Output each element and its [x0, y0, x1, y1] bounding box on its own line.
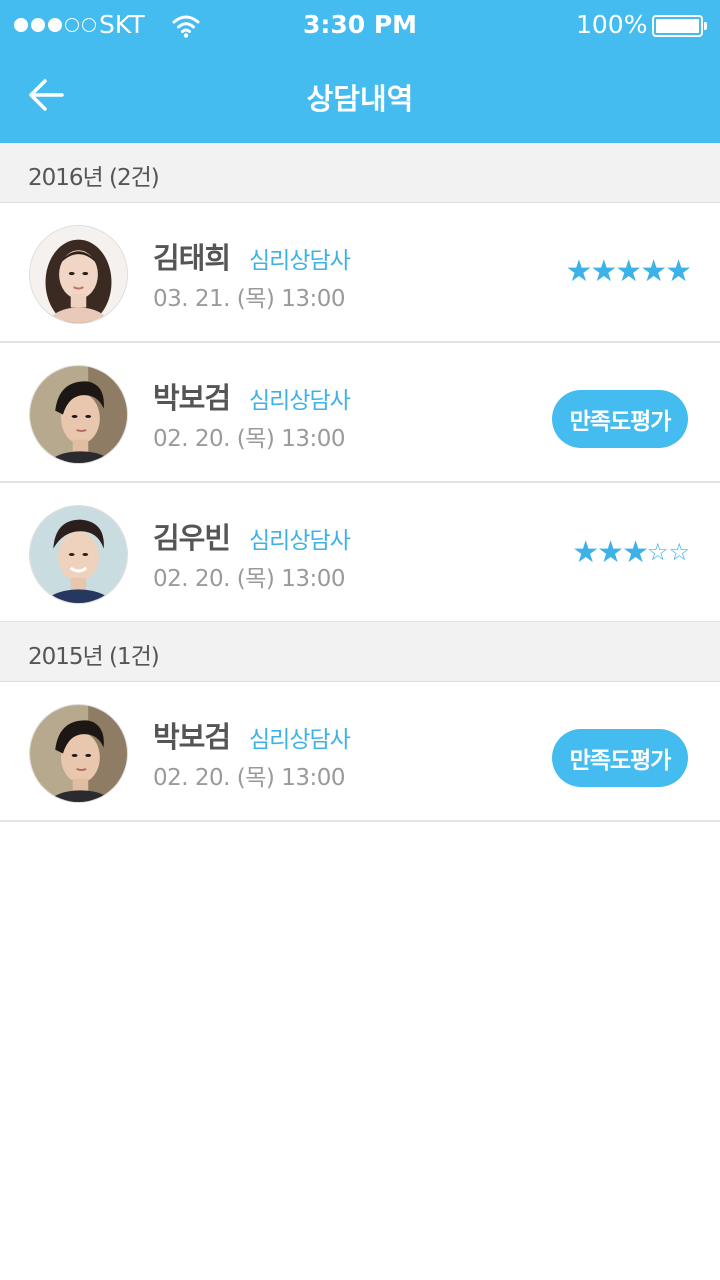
- status-bar: SKT 3:30 PM 100%: [0, 0, 720, 52]
- rate-satisfaction-button[interactable]: 만족도평가: [552, 729, 688, 787]
- star-filled-icon: ★: [640, 254, 667, 289]
- star-empty-icon: ☆: [668, 538, 690, 566]
- section-header-2015: 2015년 (1건): [0, 622, 720, 682]
- rating-stars: ★★★★★: [565, 254, 692, 289]
- list-item[interactable]: 김우빈 심리상담사 02. 20. (목) 13:00 ★★★☆☆: [0, 483, 720, 623]
- counselor-name: 김우빈: [153, 521, 231, 555]
- star-filled-icon: ★: [622, 535, 649, 570]
- star-empty-icon: ☆: [646, 538, 669, 566]
- counselor-role: 심리상담사: [249, 248, 351, 274]
- rating-stars: ★★★☆☆: [572, 535, 690, 570]
- star-filled-icon: ★: [615, 254, 642, 289]
- star-filled-icon: ★: [597, 535, 624, 570]
- counselor-role: 심리상담사: [249, 727, 351, 753]
- star-filled-icon: ★: [665, 254, 692, 289]
- counselor-name: 박보검: [153, 720, 231, 754]
- page-title: 상담내역: [306, 82, 414, 116]
- session-datetime: 02. 20. (목) 13:00: [153, 426, 345, 452]
- avatar: [29, 704, 128, 803]
- list-item[interactable]: 박보검 심리상담사 02. 20. (목) 13:00 만족도평가: [0, 682, 720, 822]
- battery-percent: 100%: [576, 10, 648, 39]
- avatar: [29, 505, 128, 604]
- section-header-2016: 2016년 (2건): [0, 143, 720, 203]
- section-label: 2016년 (2건): [28, 165, 160, 191]
- avatar: [29, 365, 128, 464]
- list-item[interactable]: 김태희 심리상담사 03. 21. (목) 13:00 ★★★★★: [0, 203, 720, 343]
- app-header: SKT 3:30 PM 100% 상담내역: [0, 0, 720, 143]
- star-filled-icon: ★: [565, 254, 592, 289]
- counselor-role: 심리상담사: [249, 388, 351, 414]
- session-datetime: 03. 21. (목) 13:00: [153, 286, 345, 312]
- star-filled-icon: ★: [590, 254, 617, 289]
- rate-satisfaction-button[interactable]: 만족도평가: [552, 390, 688, 448]
- counselor-role: 심리상담사: [249, 528, 351, 554]
- battery-icon: [652, 15, 707, 37]
- session-datetime: 02. 20. (목) 13:00: [153, 765, 345, 791]
- avatar: [29, 225, 128, 324]
- counselor-name: 김태희: [153, 241, 231, 275]
- star-filled-icon: ★: [572, 535, 599, 570]
- session-datetime: 02. 20. (목) 13:00: [153, 566, 345, 592]
- section-label: 2015년 (1건): [28, 644, 160, 670]
- counselor-name: 박보검: [153, 381, 231, 415]
- list-item[interactable]: 박보검 심리상담사 02. 20. (목) 13:00 만족도평가: [0, 343, 720, 483]
